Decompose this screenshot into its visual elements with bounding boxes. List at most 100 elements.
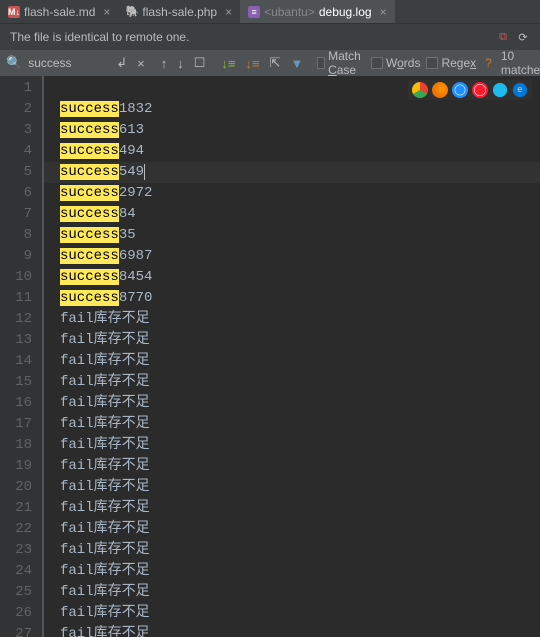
line-gutter: 1234567891011121314151617181920212223242… xyxy=(0,76,42,637)
close-icon[interactable]: × xyxy=(221,5,232,19)
prev-match-icon[interactable]: ↑ xyxy=(159,56,170,71)
words-checkbox[interactable]: Words xyxy=(371,56,420,70)
tab-flash-sale-php[interactable]: 🐘 flash-sale.php × xyxy=(118,0,240,23)
close-icon[interactable]: × xyxy=(99,5,110,19)
line-number: 15 xyxy=(0,372,32,393)
line-text: 2972 xyxy=(119,185,153,201)
search-highlight: success xyxy=(60,101,119,117)
line-number: 7 xyxy=(0,204,32,225)
code-line[interactable]: fail库存不足 xyxy=(44,540,540,561)
tab-prefix: <ubantu> xyxy=(264,5,315,19)
sort-desc-icon[interactable]: ↓≡ xyxy=(243,56,261,71)
line-text: 8770 xyxy=(119,290,153,306)
match-count: 10 matches xyxy=(501,49,540,77)
search-highlight: success xyxy=(60,269,119,285)
code-line[interactable]: success35 xyxy=(44,225,540,246)
chrome-icon[interactable] xyxy=(412,82,428,98)
line-text: 494 xyxy=(119,143,144,159)
code-line[interactable]: success8454 xyxy=(44,267,540,288)
line-number: 3 xyxy=(0,120,32,141)
code-line[interactable]: success2972 xyxy=(44,183,540,204)
code-line[interactable]: fail库存不足 xyxy=(44,519,540,540)
code-line[interactable]: fail库存不足 xyxy=(44,582,540,603)
line-number: 19 xyxy=(0,456,32,477)
line-text: 6987 xyxy=(119,248,153,264)
code-line[interactable]: fail库存不足 xyxy=(44,351,540,372)
tab-flash-sale-md[interactable]: M↓ flash-sale.md × xyxy=(0,0,118,23)
search-input[interactable] xyxy=(28,56,108,70)
edge-icon[interactable]: e xyxy=(512,82,528,98)
code-line[interactable]: success8770 xyxy=(44,288,540,309)
code-line[interactable]: success549 xyxy=(44,162,540,183)
code-line[interactable]: success1832 xyxy=(44,99,540,120)
code-line[interactable]: fail库存不足 xyxy=(44,330,540,351)
newline-icon[interactable]: ↲ xyxy=(114,55,129,71)
match-case-checkbox[interactable]: Match Case xyxy=(317,49,365,77)
code-line[interactable]: fail库存不足 xyxy=(44,372,540,393)
code-line[interactable]: fail库存不足 xyxy=(44,435,540,456)
line-text: 35 xyxy=(119,227,136,243)
line-number: 16 xyxy=(0,393,32,414)
safari-icon[interactable] xyxy=(452,82,468,98)
info-bar: The file is identical to remote one. ⧉ ⟳ xyxy=(0,24,540,50)
code-line[interactable]: fail库存不足 xyxy=(44,309,540,330)
opera-icon[interactable] xyxy=(472,82,488,98)
line-number: 9 xyxy=(0,246,32,267)
regex-label: Regex xyxy=(441,56,476,70)
line-number: 8 xyxy=(0,225,32,246)
code-line[interactable]: success613 xyxy=(44,120,540,141)
close-icon[interactable]: × xyxy=(376,5,387,19)
regex-checkbox[interactable]: Regex xyxy=(426,56,476,70)
select-all-icon[interactable]: ☐ xyxy=(192,55,208,71)
sort-asc-icon[interactable]: ↓≡ xyxy=(219,56,237,71)
line-number: 25 xyxy=(0,582,32,603)
line-number: 14 xyxy=(0,351,32,372)
search-highlight: success xyxy=(60,290,119,306)
diff-icon[interactable]: ⧉ xyxy=(496,30,510,44)
line-text: 8454 xyxy=(119,269,153,285)
php-icon: 🐘 xyxy=(126,6,138,18)
code-line[interactable]: fail库存不足 xyxy=(44,393,540,414)
editor-area[interactable]: 1234567891011121314151617181920212223242… xyxy=(0,76,540,637)
search-highlight: success xyxy=(60,143,119,159)
line-number: 17 xyxy=(0,414,32,435)
tab-label: debug.log xyxy=(319,5,372,19)
code-line[interactable]: fail库存不足 xyxy=(44,456,540,477)
code-line[interactable]: fail库存不足 xyxy=(44,603,540,624)
line-number: 27 xyxy=(0,624,32,637)
line-text: 1832 xyxy=(119,101,153,117)
find-bar: 🔍 ↲ × ↑ ↓ ☐ ↓≡ ↓≡ ⇱ ▼ Match Case Words R… xyxy=(0,50,540,76)
tab-debug-log[interactable]: ≡ <ubantu> debug.log × xyxy=(240,0,394,23)
help-icon[interactable]: ? xyxy=(482,56,495,70)
filter-icon[interactable]: ▼ xyxy=(288,56,305,71)
code-line[interactable]: fail库存不足 xyxy=(44,624,540,637)
line-number: 22 xyxy=(0,519,32,540)
sync-icon[interactable]: ⟳ xyxy=(516,30,530,44)
code-line[interactable]: fail库存不足 xyxy=(44,498,540,519)
line-number: 5 xyxy=(0,162,32,183)
line-number: 12 xyxy=(0,309,32,330)
code-content[interactable]: e e success1832success613success494succe… xyxy=(42,76,540,637)
code-line[interactable]: success6987 xyxy=(44,246,540,267)
search-icon: 🔍 xyxy=(6,55,22,71)
code-line[interactable]: fail库存不足 xyxy=(44,477,540,498)
line-number: 1 xyxy=(0,78,32,99)
code-line[interactable]: fail库存不足 xyxy=(44,414,540,435)
line-number: 20 xyxy=(0,477,32,498)
firefox-icon[interactable] xyxy=(432,82,448,98)
line-number: 23 xyxy=(0,540,32,561)
clear-icon[interactable]: × xyxy=(135,56,147,71)
export-icon[interactable]: ⇱ xyxy=(268,55,283,71)
ie-icon[interactable]: e xyxy=(492,82,508,98)
markdown-icon: M↓ xyxy=(8,6,20,18)
line-number: 6 xyxy=(0,183,32,204)
line-number: 10 xyxy=(0,267,32,288)
code-line[interactable]: success84 xyxy=(44,204,540,225)
line-number: 13 xyxy=(0,330,32,351)
code-line[interactable]: fail库存不足 xyxy=(44,561,540,582)
search-highlight: success xyxy=(60,227,119,243)
next-match-icon[interactable]: ↓ xyxy=(175,56,186,71)
line-number: 26 xyxy=(0,603,32,624)
line-text: 613 xyxy=(119,122,144,138)
code-line[interactable]: success494 xyxy=(44,141,540,162)
